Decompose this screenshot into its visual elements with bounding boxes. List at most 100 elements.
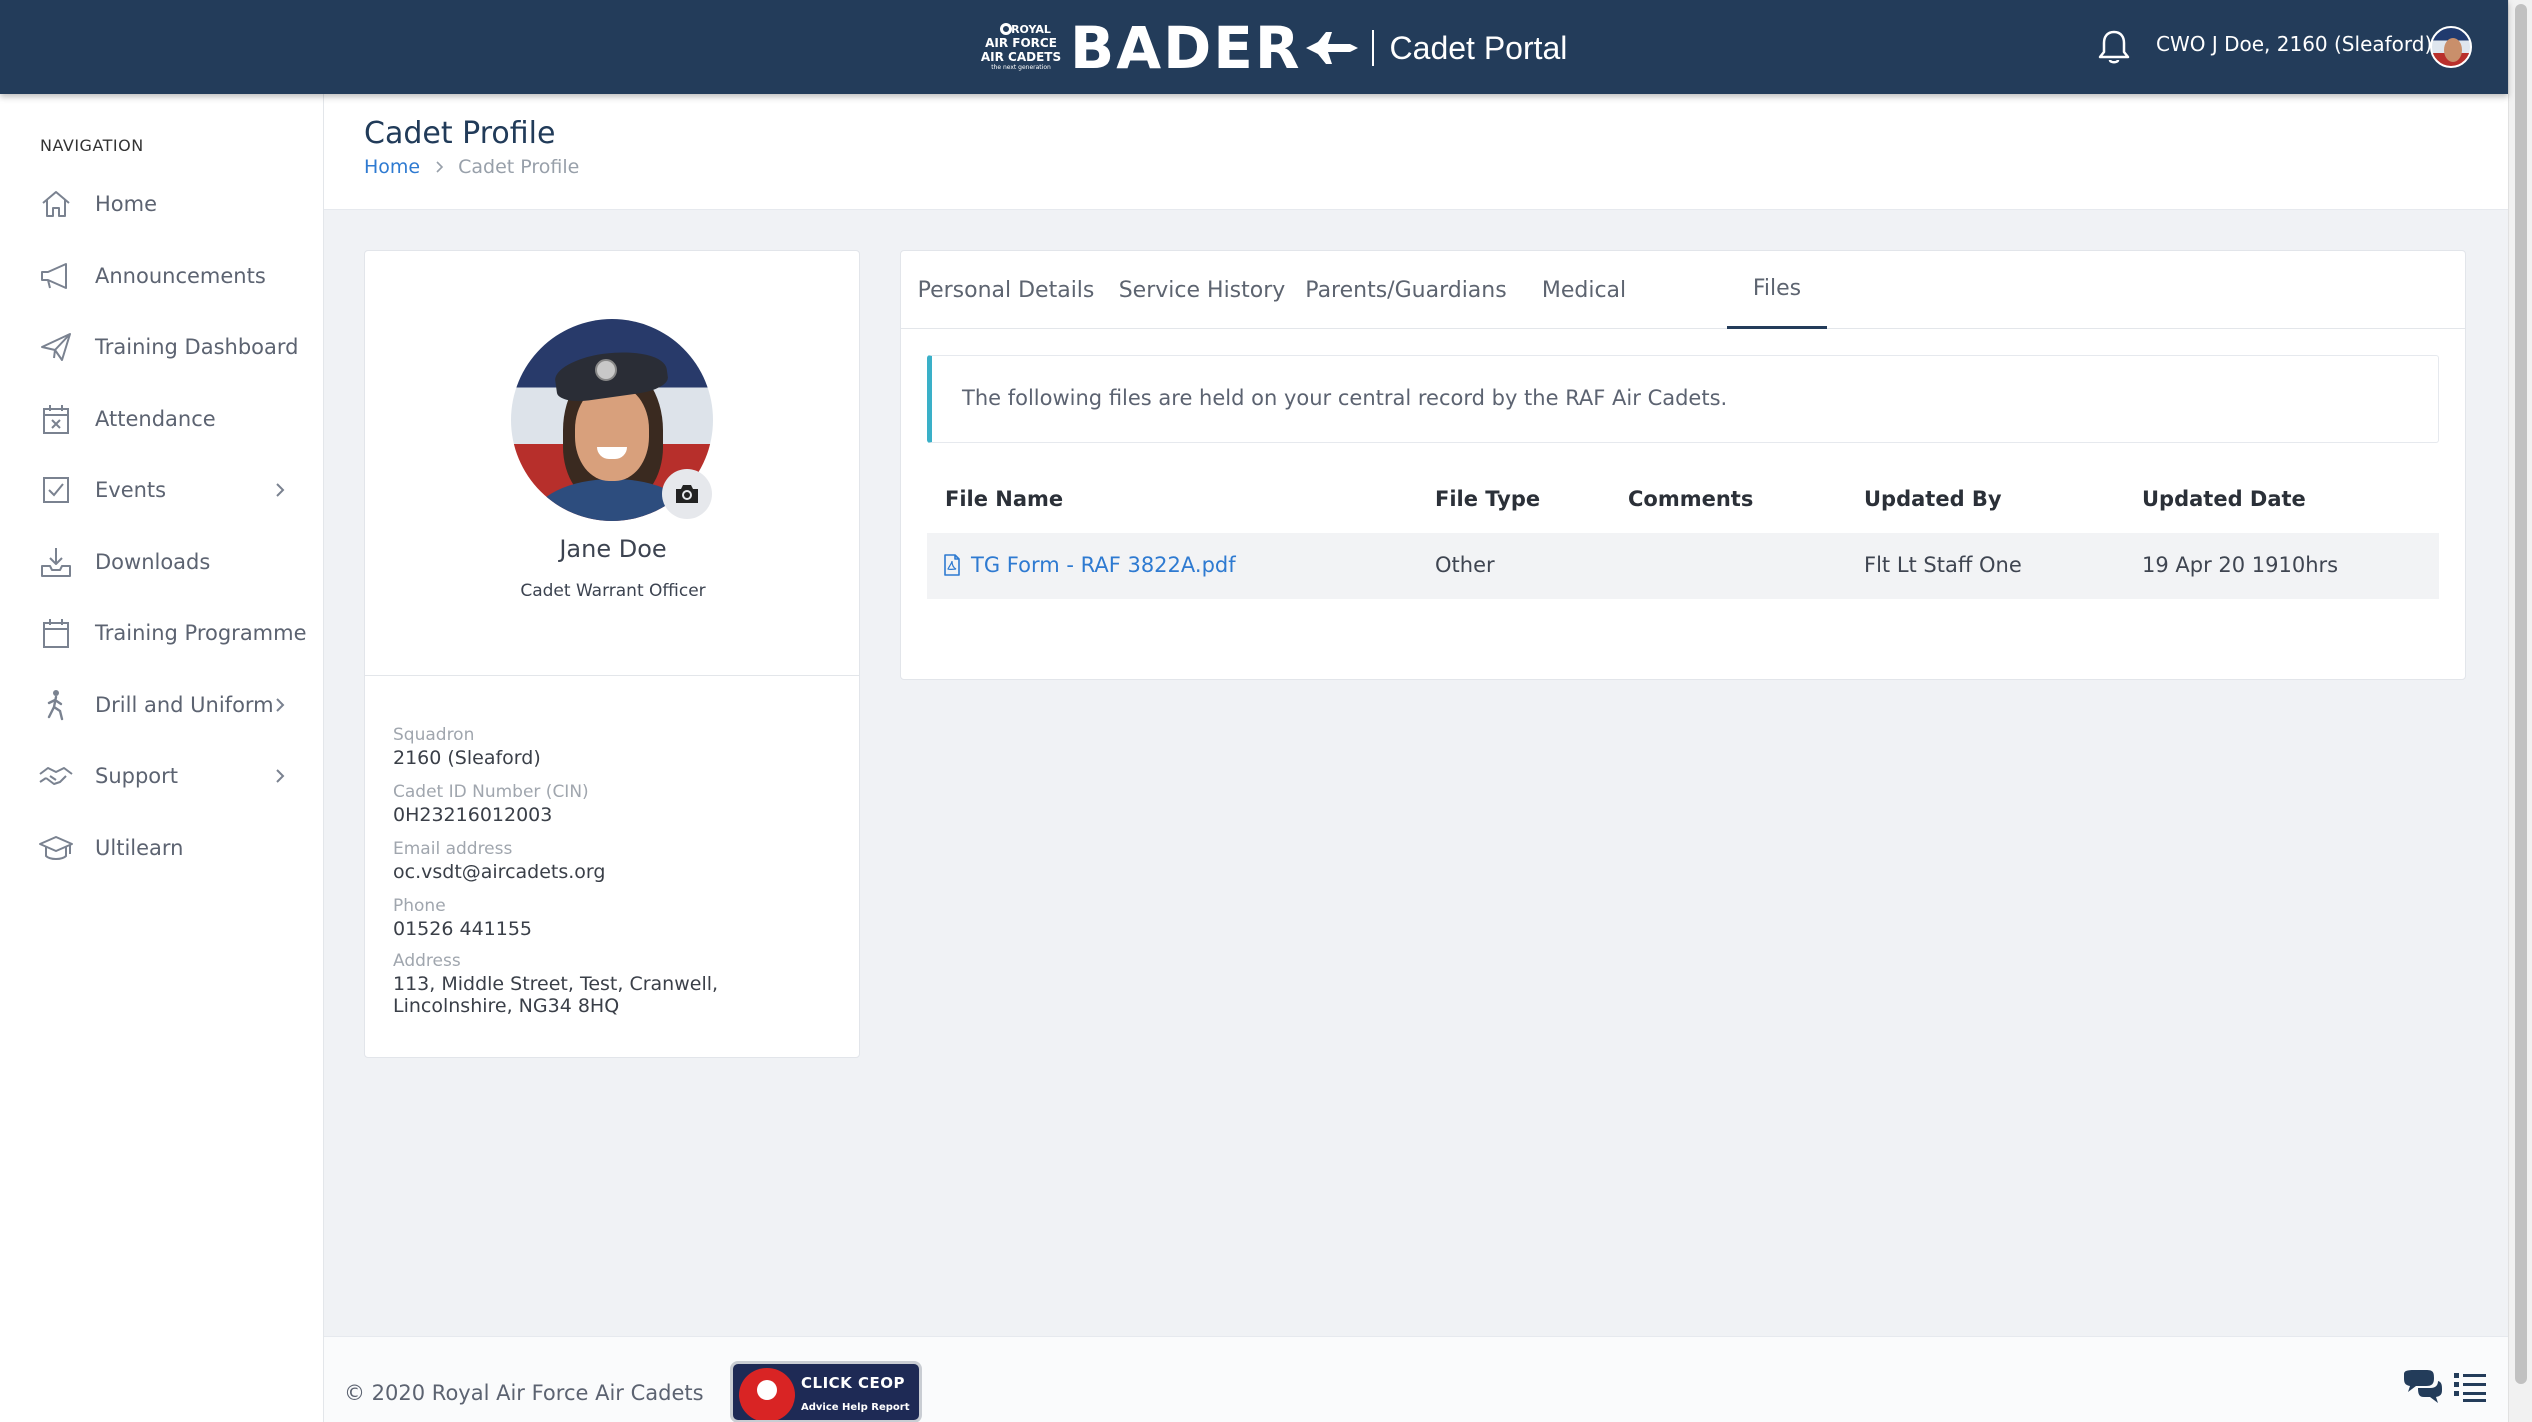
page-scrollbar[interactable] xyxy=(2508,0,2532,1422)
breadcrumb-home-link[interactable]: Home xyxy=(364,156,420,178)
graduation-cap-icon xyxy=(39,836,73,860)
brand-name: BADER xyxy=(1070,14,1302,82)
nav-heading: NAVIGATION xyxy=(40,136,144,155)
portal-name: Cadet Portal xyxy=(1389,29,1568,66)
sidebar-item-label: Support xyxy=(95,764,179,788)
breadcrumb-current: Cadet Profile xyxy=(458,156,580,178)
sidebar-item-training-programme[interactable]: Training Programme xyxy=(0,603,324,663)
sidebar-item-support[interactable]: Support xyxy=(0,746,324,806)
checkbox-icon xyxy=(43,477,69,503)
scrollbar-thumb[interactable] xyxy=(2515,4,2527,1384)
bell-icon[interactable] xyxy=(2096,28,2132,66)
sidebar-item-label: Downloads xyxy=(95,550,211,574)
page-header: Cadet Profile Home Cadet Profile xyxy=(324,94,2508,210)
logo-line-2: AIR FORCE xyxy=(985,36,1057,50)
sidebar-item-training-dashboard[interactable]: Training Dashboard xyxy=(0,317,324,377)
address-value: 113, Middle Street, Test, Cranwell, Linc… xyxy=(393,973,719,1017)
ceop-report-button[interactable]: CLICK CEOP Advice Help Report xyxy=(730,1361,922,1422)
tab-parents-guardians[interactable]: Parents/Guardians xyxy=(1305,251,1506,329)
sidebar-item-ultilearn[interactable]: Ultilearn xyxy=(0,818,324,878)
calendar-icon xyxy=(43,619,69,648)
squadron-value: 2160 (Sleaford) xyxy=(393,747,541,769)
file-updated-date: 19 Apr 20 1910hrs xyxy=(2142,553,2339,577)
cin-value: 0H23216012003 xyxy=(393,804,553,826)
avatar[interactable] xyxy=(2430,26,2472,68)
handshake-icon xyxy=(39,767,73,785)
list-icon[interactable] xyxy=(2452,1370,2488,1404)
calendar-x-icon xyxy=(43,405,69,434)
logo-line-4: the next generation xyxy=(991,64,1051,71)
column-header-updated-date: Updated Date xyxy=(2142,487,2306,511)
cin-label: Cadet ID Number (CIN) xyxy=(393,782,589,802)
chat-bubbles-icon[interactable] xyxy=(2400,1368,2444,1406)
sidebar: NAVIGATION Home Announcements Training D… xyxy=(0,94,324,1422)
sidebar-item-label: Home xyxy=(95,192,158,216)
file-updated-by: Flt Lt Staff One xyxy=(1864,553,2022,577)
logo-line-1: ROYAL xyxy=(1011,23,1051,36)
chevron-right-icon xyxy=(276,483,285,497)
sidebar-item-attendance[interactable]: Attendance xyxy=(0,389,324,449)
chevron-right-icon xyxy=(276,769,285,783)
user-menu-label[interactable]: CWO J Doe, 2160 (Sleaford) xyxy=(2156,32,2432,56)
tab-files[interactable]: Files xyxy=(1727,251,1827,329)
profile-name: Jane Doe xyxy=(559,535,667,563)
sidebar-item-events[interactable]: Events xyxy=(0,460,324,520)
top-bar: ROYAL AIR FORCE AIR CADETS the next gene… xyxy=(0,0,2508,94)
brand-separator xyxy=(1371,30,1374,66)
column-header-updated-by: Updated By xyxy=(1864,487,2002,511)
info-text: The following files are held on your cen… xyxy=(962,386,1728,410)
brand-logo[interactable]: ROYAL AIR FORCE AIR CADETS the next gene… xyxy=(980,14,1568,82)
logo-line-3: AIR CADETS xyxy=(980,50,1062,64)
profile-tabs-card: Personal Details Service History Parents… xyxy=(900,250,2466,680)
profile-card: Jane Doe Cadet Warrant Officer Squadron … xyxy=(364,250,860,1058)
file-link[interactable]: TG Form - RAF 3822A.pdf xyxy=(943,553,1236,577)
chevron-right-icon xyxy=(276,698,285,712)
sidebar-item-home[interactable]: Home xyxy=(0,174,324,234)
email-value: oc.vsdt@aircadets.org xyxy=(393,861,606,883)
file-type: Other xyxy=(1435,553,1495,577)
column-header-file-type: File Type xyxy=(1435,487,1541,511)
sidebar-item-drill-and-uniform[interactable]: Drill and Uniform xyxy=(0,675,324,735)
sidebar-item-announcements[interactable]: Announcements xyxy=(0,246,324,306)
paper-plane-icon xyxy=(41,333,71,361)
column-header-file-name: File Name xyxy=(945,487,1064,511)
column-header-comments: Comments xyxy=(1628,487,1754,511)
sidebar-item-label: Training Programme xyxy=(95,621,307,645)
tab-bar: Personal Details Service History Parents… xyxy=(901,251,2465,329)
sidebar-item-label: Announcements xyxy=(95,264,266,288)
sidebar-item-label: Ultilearn xyxy=(95,836,184,860)
pdf-file-icon xyxy=(944,554,960,576)
tab-service-history[interactable]: Service History xyxy=(1119,251,1286,329)
page-title: Cadet Profile xyxy=(364,116,556,151)
home-icon xyxy=(42,191,70,217)
marching-icon xyxy=(47,690,64,721)
email-label: Email address xyxy=(393,839,513,859)
ceop-subtitle: Advice Help Report xyxy=(801,1402,910,1413)
change-photo-button[interactable] xyxy=(662,469,712,519)
megaphone-icon xyxy=(41,263,67,289)
camera-icon xyxy=(676,485,698,503)
breadcrumb: Home Cadet Profile xyxy=(364,156,579,178)
tab-personal-details[interactable]: Personal Details xyxy=(917,251,1095,329)
chevron-right-icon xyxy=(436,161,444,173)
jet-icon xyxy=(1305,32,1358,64)
files-info-alert: The following files are held on your cen… xyxy=(927,355,2439,443)
copyright-text: © 2020 Royal Air Force Air Cadets xyxy=(344,1381,704,1405)
sidebar-item-label: Training Dashboard xyxy=(95,335,299,359)
profile-rank: Cadet Warrant Officer xyxy=(520,581,706,601)
tab-medical[interactable]: Medical xyxy=(1526,251,1642,329)
sidebar-item-label: Drill and Uniform xyxy=(95,693,274,717)
ceop-title: CLICK CEOP xyxy=(801,1374,906,1392)
sidebar-item-label: Events xyxy=(95,478,167,502)
squadron-label: Squadron xyxy=(393,725,475,745)
ceop-logo-icon xyxy=(739,1368,795,1420)
raf-air-cadets-logo: ROYAL AIR FORCE AIR CADETS the next gene… xyxy=(980,21,1062,75)
footer: © 2020 Royal Air Force Air Cadets CLICK … xyxy=(324,1336,2508,1422)
divider xyxy=(365,675,859,676)
sidebar-item-downloads[interactable]: Downloads xyxy=(0,532,324,592)
phone-label: Phone xyxy=(393,896,446,916)
address-label: Address xyxy=(393,951,461,971)
sidebar-item-label: Attendance xyxy=(95,407,216,431)
download-tray-icon xyxy=(41,548,71,577)
phone-value: 01526 441155 xyxy=(393,918,533,940)
